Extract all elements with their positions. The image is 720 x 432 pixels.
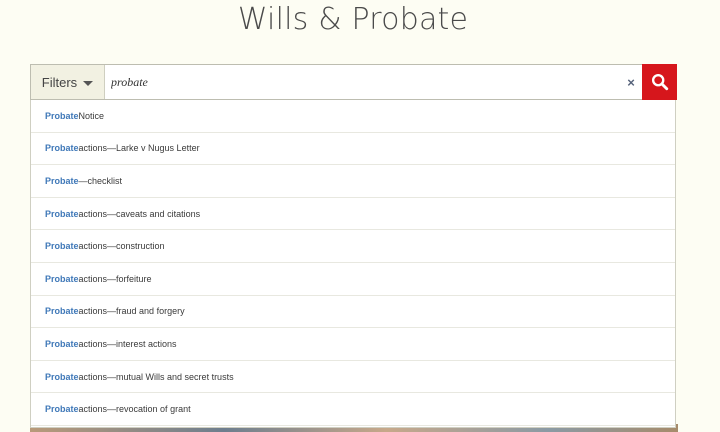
suggestion-match: Probate — [45, 404, 79, 415]
suggestion-item[interactable]: Probate actions—forfeiture — [31, 263, 675, 296]
suggestion-match: Probate — [45, 208, 79, 219]
suggestion-text: actions—fraud and forgery — [78, 306, 185, 317]
suggestion-item[interactable]: Probate actions—construction — [31, 230, 675, 263]
suggestion-match: Probate — [45, 143, 79, 154]
suggestion-text: actions—Larke v Nugus Letter — [78, 143, 200, 154]
suggestion-item[interactable]: Probate actions—revocation of grant — [31, 393, 675, 426]
suggestion-match: Probate — [45, 306, 79, 317]
suggestion-item[interactable]: Probate Notice — [31, 100, 675, 133]
suggestion-text: actions—interest actions — [78, 338, 177, 349]
suggestion-item[interactable]: Probate actions—caveats and citations — [31, 198, 675, 231]
suggestion-item[interactable]: Probate actions—interest actions — [31, 328, 675, 361]
search-button[interactable] — [642, 64, 677, 100]
caret-down-icon — [83, 80, 94, 86]
suggestion-text: actions—construction — [78, 241, 165, 252]
suggestion-item[interactable]: Probate actions—fraud and forgery — [31, 296, 675, 329]
suggestion-text: actions—revocation of grant — [78, 404, 191, 415]
suggestion-list: Probate Notice Probate actions—Larke v N… — [30, 100, 676, 428]
suggestion-match: Probate — [45, 110, 79, 121]
search-input[interactable] — [111, 69, 611, 95]
suggestion-text: —checklist — [78, 175, 123, 186]
suggestion-text: actions—caveats and citations — [78, 208, 201, 219]
filters-label: Filters — [41, 74, 78, 90]
suggestion-match: Probate — [45, 338, 79, 349]
magnifier-icon — [651, 73, 668, 91]
suggestion-match: Probate — [45, 371, 79, 382]
page-title: Wills & Probate — [237, 2, 469, 37]
suggestion-text: actions—mutual Wills and secret trusts — [78, 371, 234, 382]
clear-search-button[interactable]: × — [623, 74, 639, 90]
suggestion-match: Probate — [45, 241, 79, 252]
suggestion-text: actions—forfeiture — [78, 273, 152, 284]
suggestion-item[interactable]: Probate actions—Larke v Nugus Letter — [31, 133, 675, 166]
suggestion-text: Notice — [78, 110, 105, 121]
search-bar: Filters × — [30, 64, 677, 100]
close-icon: × — [627, 74, 635, 90]
suggestion-item[interactable]: Probate —checklist — [31, 165, 675, 198]
filters-dropdown-button[interactable]: Filters — [31, 65, 105, 99]
suggestion-match: Probate — [45, 175, 79, 186]
suggestion-match: Probate — [45, 273, 79, 284]
suggestion-item[interactable]: Probate actions—mutual Wills and secret … — [31, 361, 675, 394]
